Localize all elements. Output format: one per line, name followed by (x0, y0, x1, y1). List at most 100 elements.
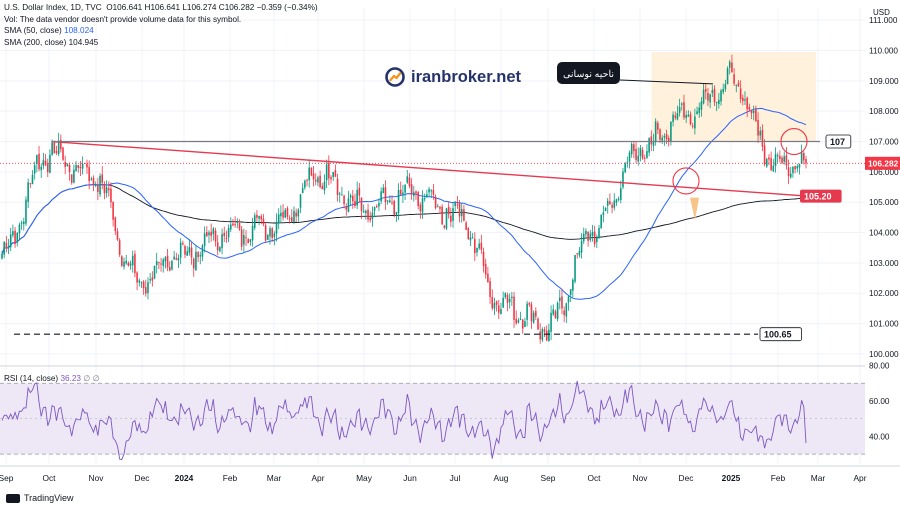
watermark: iranbroker.net (384, 66, 521, 88)
rsi-label: RSI (14, close) (4, 374, 59, 383)
candle-body (506, 294, 509, 303)
candle-body (92, 177, 95, 185)
candle-body (530, 304, 533, 322)
candle-body (489, 281, 491, 298)
candle-body (591, 232, 594, 236)
candle-body (757, 119, 759, 136)
candle-body (569, 289, 572, 295)
candle-body (395, 211, 398, 217)
candle-body (79, 166, 82, 168)
rsi-tick-label: 40.00 (869, 432, 890, 441)
x-tick-label: Jul (450, 473, 461, 483)
candle-body (796, 166, 799, 169)
candle-body (737, 82, 740, 87)
candle-body (521, 319, 524, 329)
candle-body (691, 125, 694, 127)
candle-body (604, 207, 607, 212)
candle-body (249, 239, 252, 242)
candle-body (456, 204, 459, 206)
candle-body (759, 131, 762, 136)
candle-body (18, 224, 21, 234)
candle-body (746, 97, 748, 110)
candle-body (229, 224, 232, 230)
candle-body (321, 186, 324, 190)
candle-body (587, 231, 589, 241)
y-tick-label: 104.000 (869, 229, 899, 238)
candle-body (659, 129, 661, 140)
candle-body (367, 209, 369, 220)
candle-body (637, 155, 640, 162)
candle-body (650, 136, 653, 145)
candle-body (308, 167, 311, 181)
candle-body (103, 184, 106, 194)
candle-body (404, 184, 406, 193)
candle-body (733, 74, 735, 84)
candle-body (345, 206, 348, 210)
candle-body (123, 261, 125, 267)
candle-body (68, 164, 71, 173)
candle-body (168, 266, 171, 271)
candle-body (5, 242, 8, 249)
candle-body (286, 208, 289, 217)
watermark-text: iranbroker.net (411, 67, 522, 86)
candle-body (648, 138, 650, 153)
candle-body (439, 206, 441, 209)
candle-body (707, 93, 709, 101)
candle-body (97, 185, 99, 193)
candle-body (715, 101, 718, 103)
candle-body (232, 223, 234, 226)
close-value: 106.282 (224, 3, 255, 12)
y-tick-label: 109.000 (869, 77, 899, 86)
x-tick-label: Feb (223, 473, 238, 483)
candle-body (718, 99, 720, 105)
candle-body (362, 210, 365, 213)
candle-body (334, 170, 337, 177)
tradingview-label: TradingView (24, 493, 74, 503)
candle-body (236, 221, 239, 223)
candle-body (768, 157, 770, 160)
candle-body (158, 262, 160, 264)
candle-body (201, 245, 204, 257)
candle-body (22, 221, 25, 225)
candle-body (260, 216, 263, 220)
x-tick-label: Feb (771, 473, 786, 483)
candle-body (325, 164, 328, 181)
candle-body (179, 242, 182, 258)
candle-body (589, 233, 592, 240)
tradingview-footer[interactable]: TradingView (6, 493, 74, 503)
candle-body (12, 231, 14, 236)
candle-body (511, 296, 513, 298)
candle-body (545, 331, 548, 341)
candle-body (537, 318, 539, 330)
candle-body (389, 200, 391, 203)
candle-body (619, 188, 622, 200)
candle-body (356, 189, 358, 206)
x-tick-label: Nov (89, 473, 105, 483)
candle-body (600, 214, 602, 229)
candle-body (761, 129, 764, 147)
x-tick-label: Mar (267, 473, 282, 483)
candle-body (661, 137, 663, 141)
x-tick-label: Apr (311, 473, 324, 483)
x-tick-label: Jun (403, 473, 417, 483)
candle-body (245, 237, 247, 239)
candle-body (681, 103, 683, 105)
candle-body (458, 202, 461, 217)
candle-body (114, 217, 117, 232)
candle-body (190, 247, 193, 258)
candle-body (602, 212, 605, 215)
candle-body (304, 180, 306, 188)
candle-body (742, 97, 744, 101)
candle-body (491, 296, 494, 309)
candle-body (25, 199, 27, 224)
candle-body (484, 263, 487, 275)
candle-body (216, 242, 219, 251)
candle-body (57, 140, 60, 155)
candle-body (565, 303, 568, 317)
candle-body (430, 190, 433, 192)
candle-body (328, 162, 330, 179)
candle-body (787, 167, 790, 177)
candle-body (783, 156, 786, 162)
candle-body (469, 237, 472, 241)
candle-body (450, 215, 452, 222)
